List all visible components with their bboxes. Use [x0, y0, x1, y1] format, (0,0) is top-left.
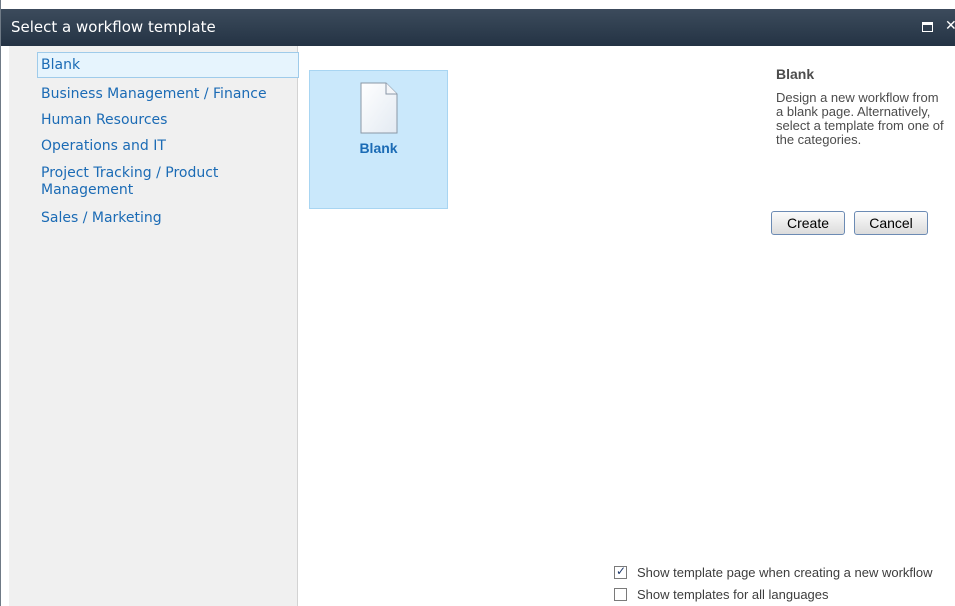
- show-all-languages-label: Show templates for all languages: [637, 587, 829, 602]
- blank-page-icon: [360, 82, 398, 139]
- maximize-icon[interactable]: [922, 22, 933, 32]
- workflow-template-dialog: Select a workflow template ✕ Blank Busin…: [0, 0, 955, 606]
- category-sidebar: [9, 46, 298, 606]
- create-button[interactable]: Create: [771, 211, 845, 235]
- category-operations-and-it[interactable]: Operations and IT: [37, 138, 305, 155]
- dialog-title: Select a workflow template: [11, 18, 216, 36]
- category-business-management-finance[interactable]: Business Management / Finance: [37, 86, 305, 103]
- template-tile-blank[interactable]: Blank: [309, 70, 448, 209]
- close-icon[interactable]: ✕: [945, 18, 955, 34]
- dialog-title-bar: Select a workflow template ✕: [1, 9, 955, 46]
- show-template-page-checkbox[interactable]: [614, 564, 627, 579]
- template-detail-description: Design a new workflow from a blank page.…: [776, 90, 944, 147]
- category-blank[interactable]: Blank: [37, 52, 299, 78]
- show-template-page-label: Show template page when creating a new w…: [637, 565, 933, 580]
- cancel-button[interactable]: Cancel: [854, 211, 928, 235]
- category-project-tracking-product-management[interactable]: Project Tracking / Product Management: [37, 165, 267, 199]
- category-human-resources[interactable]: Human Resources: [37, 112, 305, 129]
- show-all-languages-checkbox[interactable]: [614, 588, 627, 601]
- template-detail-title: Blank: [776, 66, 815, 82]
- category-sales-marketing[interactable]: Sales / Marketing: [37, 210, 305, 227]
- template-tile-label: Blank: [359, 140, 398, 156]
